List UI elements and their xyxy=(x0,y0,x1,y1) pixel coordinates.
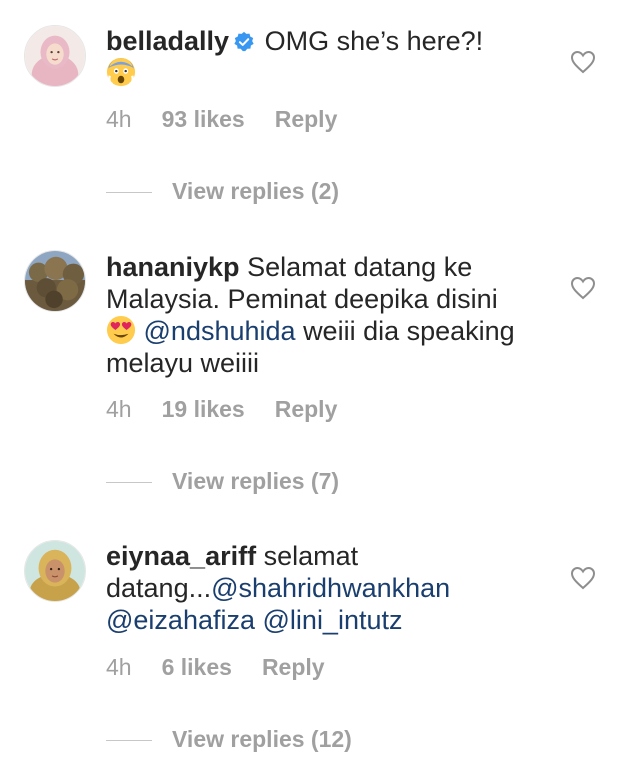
avatar[interactable] xyxy=(24,540,86,602)
comment-text: belladally OMG she’s here?! xyxy=(106,25,546,89)
comment-meta: 4h 6 likes Reply xyxy=(106,654,355,681)
view-replies-button[interactable]: View replies (7) xyxy=(106,468,339,495)
mention-link[interactable]: @ndshuhida xyxy=(144,316,296,346)
reply-button[interactable]: Reply xyxy=(275,396,338,423)
comment-meta: 4h 93 likes Reply xyxy=(106,106,367,133)
view-replies-button[interactable]: View replies (2) xyxy=(106,178,339,205)
username[interactable]: hananiykp xyxy=(106,252,240,282)
view-replies-label: View replies (12) xyxy=(172,726,352,752)
divider-line xyxy=(106,482,152,484)
avatar[interactable] xyxy=(24,25,86,87)
likes-count[interactable]: 93 likes xyxy=(162,106,245,133)
verified-badge-icon xyxy=(234,31,254,52)
username[interactable]: eiynaa_ariff xyxy=(106,541,256,571)
comment-meta: 4h 19 likes Reply xyxy=(106,396,367,423)
view-replies-label: View replies (7) xyxy=(172,468,340,494)
view-replies-button[interactable]: View replies (12) xyxy=(106,726,352,753)
divider-line xyxy=(106,192,152,194)
mention-link[interactable]: @lini_intutz xyxy=(263,605,403,635)
heart-eyes-emoji xyxy=(106,315,136,345)
reply-button[interactable]: Reply xyxy=(262,654,325,681)
timestamp: 4h xyxy=(106,106,132,132)
avatar[interactable] xyxy=(24,250,86,312)
divider-line xyxy=(106,740,152,742)
timestamp: 4h xyxy=(106,654,132,680)
heart-outline-icon[interactable] xyxy=(570,276,596,300)
timestamp: 4h xyxy=(106,396,132,422)
username[interactable]: belladally xyxy=(106,26,229,56)
likes-count[interactable]: 19 likes xyxy=(162,396,245,423)
face-screaming-in-fear-emoji xyxy=(106,57,136,87)
likes-count[interactable]: 6 likes xyxy=(162,654,232,681)
heart-outline-icon[interactable] xyxy=(570,50,596,74)
heart-outline-icon[interactable] xyxy=(570,566,596,590)
mention-link[interactable]: @shahridhwankhan xyxy=(211,573,450,603)
reply-button[interactable]: Reply xyxy=(275,106,338,133)
mention-link[interactable]: @eizahafiza xyxy=(106,605,255,635)
comment-text: eiynaa_ariff selamat datang...@shahridhw… xyxy=(106,540,546,636)
comment-text: hananiykp Selamat datang ke Malaysia. Pe… xyxy=(106,251,546,379)
view-replies-label: View replies (2) xyxy=(172,178,340,204)
comment-body: OMG she’s here?! xyxy=(264,26,484,56)
